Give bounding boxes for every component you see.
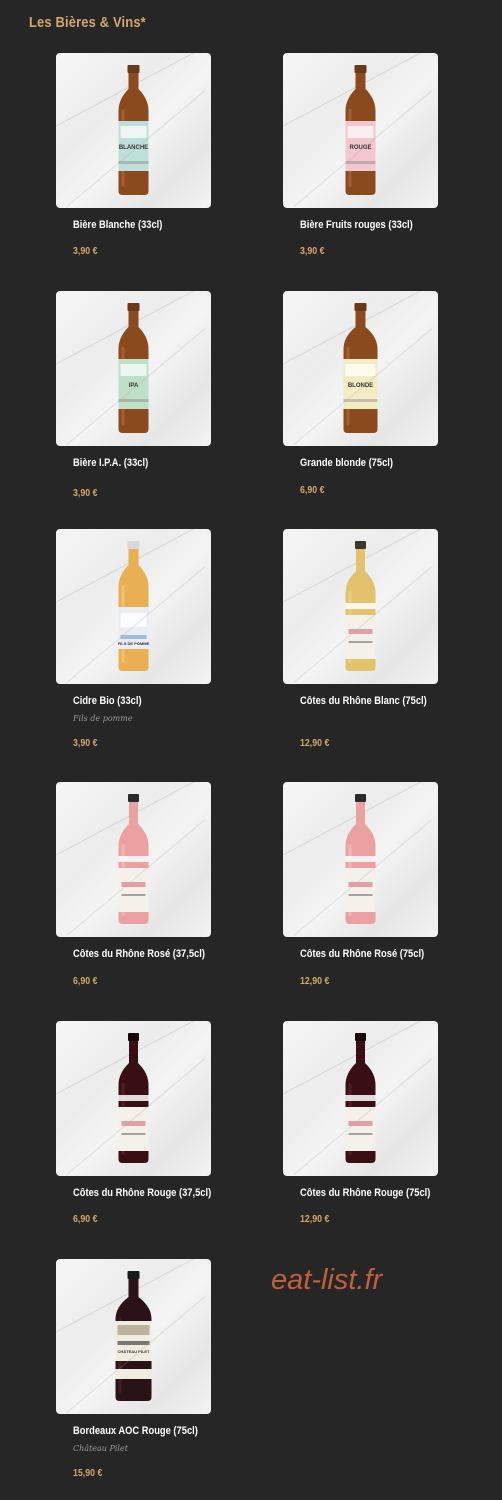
menu-item[interactable]: CHÂTEAU PILET Bordeaux AOC Rouge (75cl) … (36, 1259, 236, 1489)
wine-white-bottle-icon (345, 541, 376, 671)
product-image: CHÂTEAU PILET (56, 1259, 211, 1414)
item-price: 3,90 € (73, 488, 98, 499)
item-name: Bordeaux AOC Rouge (75cl) (73, 1425, 198, 1437)
product-image: BLANCHE (56, 53, 211, 208)
item-price: 3,90 € (73, 246, 98, 257)
menu-item[interactable]: ROUGE Bière Fruits rouges (33cl) 3,90 € (263, 53, 463, 273)
wine-red-bottle-icon (345, 1033, 376, 1163)
wine-rose-bottle-icon (345, 794, 376, 924)
product-image (56, 782, 211, 937)
menu-item[interactable]: BLONDE Grande blonde (75cl) 6,90 € (263, 291, 463, 511)
wine-rose-bottle-icon (118, 794, 149, 924)
item-price: 3,90 € (300, 246, 325, 257)
item-price: 12,90 € (300, 738, 330, 749)
item-name: Côtes du Rhône Blanc (75cl) (300, 695, 427, 707)
product-image: IPA (56, 291, 211, 446)
item-subtitle: Fils de pomme (73, 714, 133, 723)
beer-bottle-icon: ROUGE (345, 65, 376, 195)
menu-item[interactable]: FILS DE POMME Cidre Bio (33cl) Fils de p… (36, 529, 236, 759)
svg-text:FILS DE POMME: FILS DE POMME (118, 641, 150, 646)
bordeaux-bottle-icon: CHÂTEAU PILET (115, 1271, 152, 1401)
item-name: Côtes du Rhône Rosé (75cl) (300, 948, 425, 960)
item-price: 6,90 € (300, 485, 325, 496)
item-name: Côtes du Rhône Rosé (37,5cl) (73, 948, 205, 960)
svg-text:CHÂTEAU PILET: CHÂTEAU PILET (118, 1349, 151, 1354)
item-price: 15,90 € (73, 1468, 103, 1479)
menu-item[interactable]: Côtes du Rhône Rouge (75cl) 12,90 € (263, 1021, 463, 1241)
product-image (283, 1021, 438, 1176)
section-title: Les Bières & Vins* (29, 14, 146, 31)
product-image (56, 1021, 211, 1176)
product-image: FILS DE POMME (56, 529, 211, 684)
item-name: Côtes du Rhône Rouge (75cl) (300, 1187, 431, 1199)
item-price: 12,90 € (300, 976, 330, 987)
item-price: 3,90 € (73, 738, 98, 749)
beer-bottle-icon: BLANCHE (118, 65, 149, 195)
wine-red-bottle-icon (118, 1033, 149, 1163)
item-name: Côtes du Rhône Rouge (37,5cl) (73, 1187, 212, 1199)
item-price: 6,90 € (73, 1214, 98, 1225)
product-image (283, 529, 438, 684)
svg-text:BLONDE: BLONDE (348, 383, 373, 389)
item-name: Cidre Bio (33cl) (73, 695, 142, 707)
item-name: Bière I.P.A. (33cl) (73, 457, 149, 469)
watermark: eat-list.fr (271, 1264, 383, 1296)
product-image: BLONDE (283, 291, 438, 446)
item-price: 6,90 € (73, 976, 98, 987)
product-image: ROUGE (283, 53, 438, 208)
menu-item[interactable]: Côtes du Rhône Blanc (75cl) 12,90 € (263, 529, 463, 759)
menu-item[interactable]: BLANCHE Bière Blanche (33cl) 3,90 € (36, 53, 236, 273)
menu-item[interactable]: IPA Bière I.P.A. (33cl) 3,90 € (36, 291, 236, 511)
menu-item[interactable]: Côtes du Rhône Rosé (37,5cl) 6,90 € (36, 782, 236, 1002)
svg-text:IPA: IPA (129, 383, 139, 389)
svg-text:BLANCHE: BLANCHE (119, 145, 148, 151)
menu-item[interactable]: Côtes du Rhône Rouge (37,5cl) 6,90 € (36, 1021, 236, 1241)
beer-large-bottle-icon: BLONDE (343, 303, 378, 433)
item-name: Grande blonde (75cl) (300, 457, 394, 469)
item-name: Bière Blanche (33cl) (73, 219, 163, 231)
menu-item[interactable]: Côtes du Rhône Rosé (75cl) 12,90 € (263, 782, 463, 1002)
svg-text:ROUGE: ROUGE (349, 145, 371, 151)
product-image (283, 782, 438, 937)
item-price: 12,90 € (300, 1214, 330, 1225)
beer-bottle-icon: IPA (118, 303, 149, 433)
item-name: Bière Fruits rouges (33cl) (300, 219, 413, 231)
cider-bottle-icon: FILS DE POMME (118, 541, 150, 671)
item-subtitle: Château Pilet (73, 1444, 128, 1453)
